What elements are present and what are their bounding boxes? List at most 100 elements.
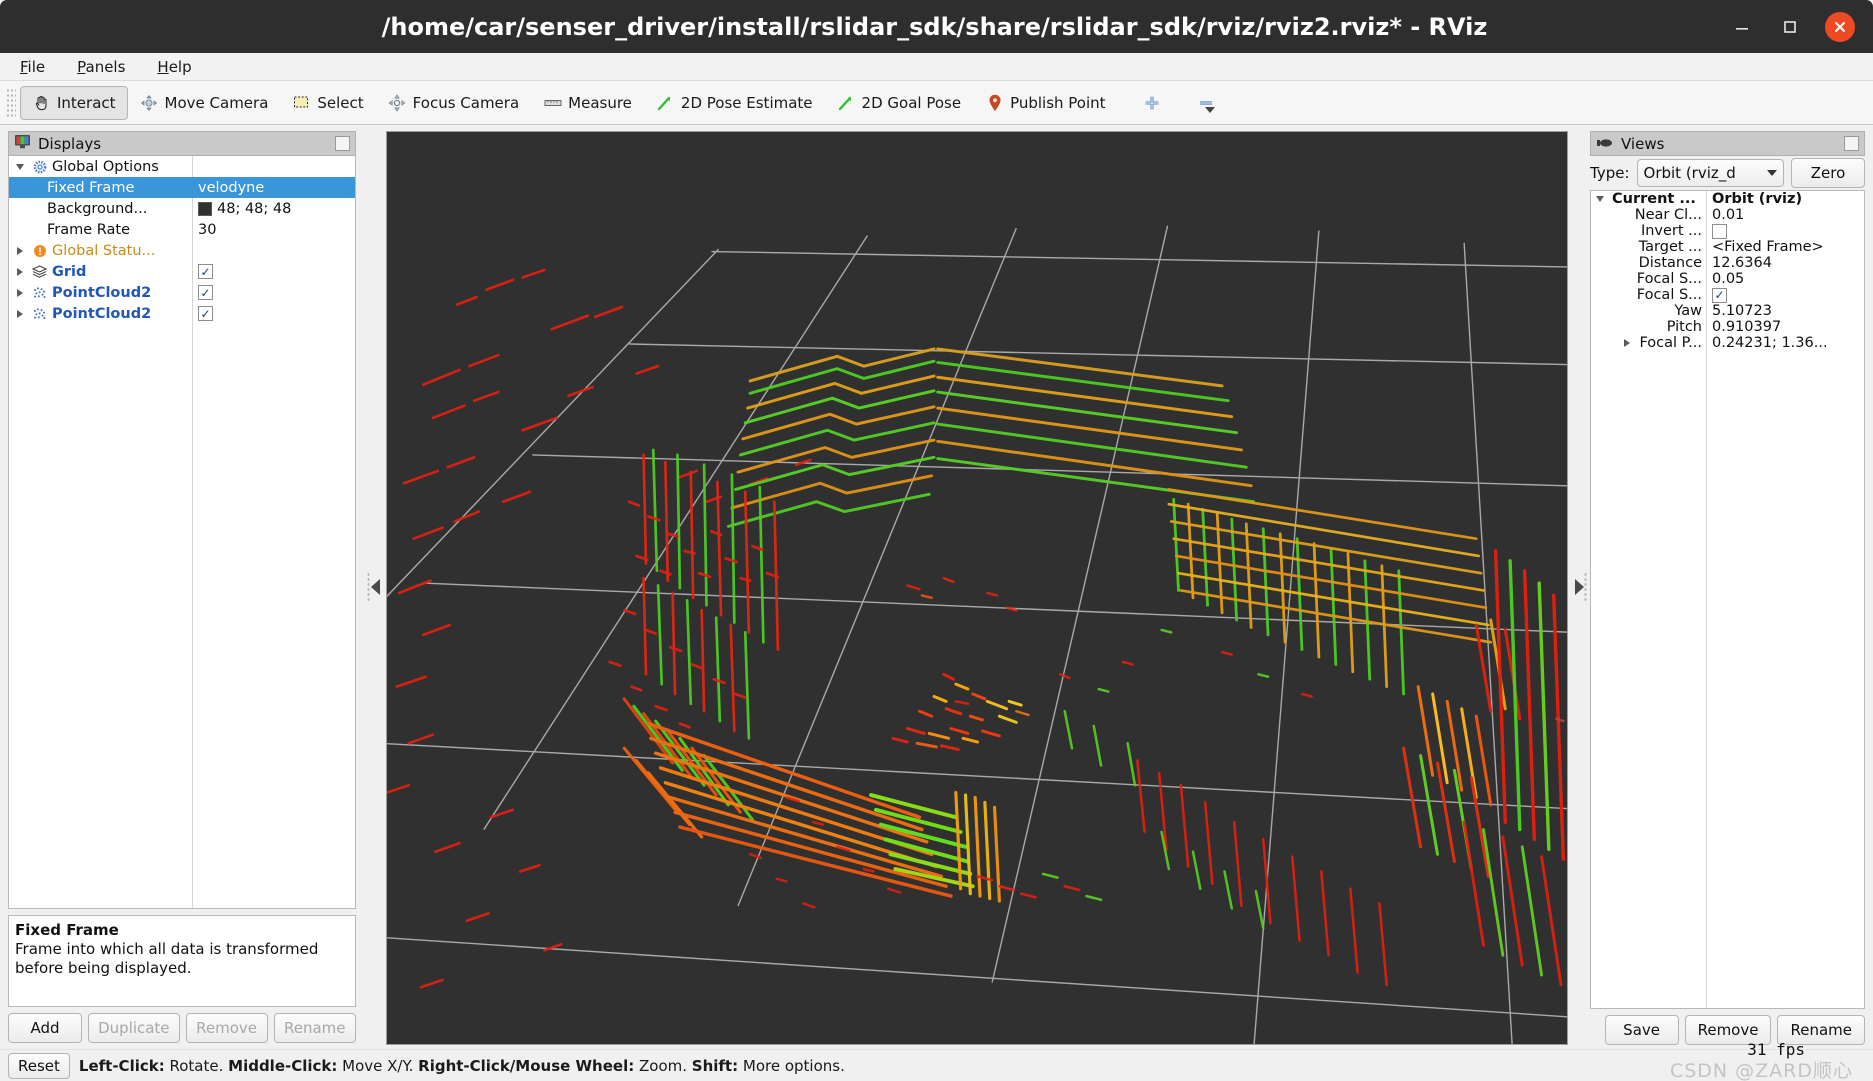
- views-row-focal-shape-fixed-size[interactable]: Focal S... ✓: [1591, 287, 1864, 303]
- hint-right-click-action: Zoom.: [634, 1056, 692, 1075]
- chevron-down-icon[interactable]: [1204, 106, 1215, 113]
- tool-bar: Interact Move Camera Select Focus Camera…: [0, 81, 1873, 125]
- tool-interact[interactable]: Interact: [20, 85, 128, 120]
- remove-display-button[interactable]: Remove: [185, 1013, 268, 1043]
- twisty-right-icon[interactable]: [13, 286, 27, 300]
- tree-value: Orbit (rviz): [1712, 191, 1803, 207]
- add-display-button[interactable]: Add: [8, 1013, 82, 1043]
- pointcloud2-2-enabled-checkbox[interactable]: ✓: [198, 306, 213, 321]
- tree-row-global-options[interactable]: Global Options: [9, 156, 355, 177]
- minus-icon[interactable]: [1194, 91, 1218, 115]
- focal-shape-fixed-size-checkbox[interactable]: ✓: [1712, 287, 1727, 303]
- displays-help-box: Fixed Frame Frame into which all data is…: [8, 915, 356, 1007]
- tree-row-pointcloud2-1[interactable]: PointCloud2 ✓: [9, 282, 355, 303]
- invert-z-checkbox[interactable]: [1712, 223, 1727, 239]
- minimize-icon[interactable]: [1729, 14, 1755, 40]
- displays-tree[interactable]: Global Options Fixed Frame velodyne Back…: [8, 156, 356, 909]
- tree-label: Distance: [1638, 255, 1702, 271]
- goal-arrow-icon: [837, 93, 856, 112]
- left-splitter[interactable]: [364, 125, 386, 1049]
- menu-file-rest: ile: [27, 57, 46, 76]
- hint-middle-click-action: Move X/Y.: [337, 1056, 419, 1075]
- tool-interact-label: Interact: [57, 93, 116, 112]
- views-row-yaw[interactable]: Yaw 5.10723: [1591, 303, 1864, 319]
- color-swatch[interactable]: [198, 201, 212, 216]
- views-row-pitch[interactable]: Pitch 0.910397: [1591, 319, 1864, 335]
- collapse-left-arrow[interactable]: [370, 579, 380, 595]
- right-splitter[interactable]: [1568, 125, 1590, 1049]
- tool-focus-camera[interactable]: Focus Camera: [376, 86, 531, 120]
- menu-help-rest: elp: [168, 57, 192, 76]
- tool-move-camera[interactable]: Move Camera: [128, 86, 281, 120]
- tree-value[interactable]: 0.05: [1706, 271, 1864, 287]
- pointcloud2-1-enabled-checkbox[interactable]: ✓: [198, 285, 213, 300]
- views-row-near-clip[interactable]: Near Cl... 0.01: [1591, 207, 1864, 223]
- twisty-right-icon[interactable]: [13, 265, 27, 279]
- view-type-combobox[interactable]: Orbit (rviz_d: [1636, 159, 1784, 187]
- close-icon[interactable]: [1825, 11, 1855, 42]
- tree-value[interactable]: 0.24231; 1.36...: [1706, 335, 1864, 351]
- tree-value-frame-rate[interactable]: 30: [192, 222, 355, 238]
- displays-panel-header: Displays: [8, 131, 356, 156]
- tree-value[interactable]: 0.910397: [1706, 319, 1864, 335]
- tree-row-grid[interactable]: Grid ✓: [9, 261, 355, 282]
- toolbar-grip[interactable]: [6, 87, 16, 118]
- rename-display-button[interactable]: Rename: [273, 1013, 356, 1043]
- twisty-right-icon[interactable]: [1620, 336, 1634, 350]
- collapse-right-arrow[interactable]: [1574, 579, 1584, 595]
- tree-value[interactable]: 5.10723: [1706, 303, 1864, 319]
- menu-panels[interactable]: Panels: [71, 56, 131, 78]
- tree-value[interactable]: 0.01: [1706, 207, 1864, 223]
- plus-icon[interactable]: [1140, 91, 1164, 115]
- render-area: [386, 125, 1568, 1049]
- float-panel-button[interactable]: [335, 136, 350, 151]
- views-row-focal-point[interactable]: Focal P... 0.24231; 1.36...: [1591, 335, 1864, 351]
- tool-select-label: Select: [317, 93, 364, 112]
- tree-value[interactable]: <Fixed Frame>: [1706, 239, 1864, 255]
- views-row-invert-z[interactable]: Invert ...: [1591, 223, 1864, 239]
- tool-2d-goal-pose[interactable]: 2D Goal Pose: [825, 86, 974, 120]
- tree-value-fixed-frame[interactable]: velodyne: [192, 180, 355, 196]
- menu-help[interactable]: Help: [151, 56, 197, 78]
- views-row-distance[interactable]: Distance 12.6364: [1591, 255, 1864, 271]
- camera-icon: [1596, 135, 1614, 153]
- status-bar: Reset Left-Click: Rotate. Middle-Click: …: [0, 1040, 1873, 1081]
- views-row-current-view[interactable]: Current ... Orbit (rviz): [1591, 191, 1864, 207]
- tree-value[interactable]: 12.6364: [1706, 255, 1864, 271]
- tree-row-background-color[interactable]: Background... 48; 48; 48: [9, 198, 355, 219]
- tree-label: Yaw: [1674, 303, 1702, 319]
- reset-button[interactable]: Reset: [8, 1052, 70, 1079]
- 3d-viewport[interactable]: [386, 131, 1568, 1045]
- tool-2d-pose-estimate[interactable]: 2D Pose Estimate: [644, 86, 825, 120]
- hint-middle-click: Middle-Click:: [228, 1056, 338, 1075]
- views-tree[interactable]: Current ... Orbit (rviz) Near Cl... 0.01…: [1590, 190, 1865, 1009]
- tree-label: Global Options: [52, 158, 159, 175]
- tree-row-frame-rate[interactable]: Frame Rate 30: [9, 219, 355, 240]
- float-panel-button[interactable]: [1844, 136, 1859, 151]
- views-row-focal-shape-size[interactable]: Focal S... 0.05: [1591, 271, 1864, 287]
- tool-2d-goal-pose-label: 2D Goal Pose: [861, 93, 962, 112]
- views-type-row: Type: Orbit (rviz_d Zero: [1590, 156, 1865, 190]
- twisty-right-icon[interactable]: [13, 307, 27, 321]
- tool-select[interactable]: Select: [280, 86, 375, 120]
- help-title: Fixed Frame: [15, 921, 119, 939]
- tree-row-fixed-frame[interactable]: Fixed Frame velodyne: [9, 177, 355, 198]
- grid-icon: [32, 264, 47, 279]
- pointcloud-icon: [32, 306, 47, 321]
- tool-measure[interactable]: Measure: [531, 86, 644, 120]
- duplicate-display-button[interactable]: Duplicate: [88, 1013, 180, 1043]
- maximize-icon[interactable]: [1777, 14, 1803, 40]
- grid-enabled-checkbox[interactable]: ✓: [198, 264, 213, 279]
- fps-counter: 31 fps: [1747, 1040, 1805, 1059]
- save-view-button[interactable]: Save: [1604, 1015, 1679, 1045]
- tree-row-pointcloud2-2[interactable]: PointCloud2 ✓: [9, 303, 355, 324]
- tree-row-global-status[interactable]: Global Statu...: [9, 240, 355, 261]
- views-row-target-frame[interactable]: Target ... <Fixed Frame>: [1591, 239, 1864, 255]
- tool-publish-point[interactable]: Publish Point: [973, 86, 1117, 120]
- zero-view-button[interactable]: Zero: [1791, 158, 1865, 188]
- twisty-down-icon[interactable]: [13, 160, 27, 174]
- twisty-down-icon[interactable]: [1593, 192, 1607, 206]
- twisty-right-icon[interactable]: [13, 244, 27, 258]
- chevron-down-icon: [1767, 170, 1777, 176]
- menu-file[interactable]: File: [14, 56, 51, 78]
